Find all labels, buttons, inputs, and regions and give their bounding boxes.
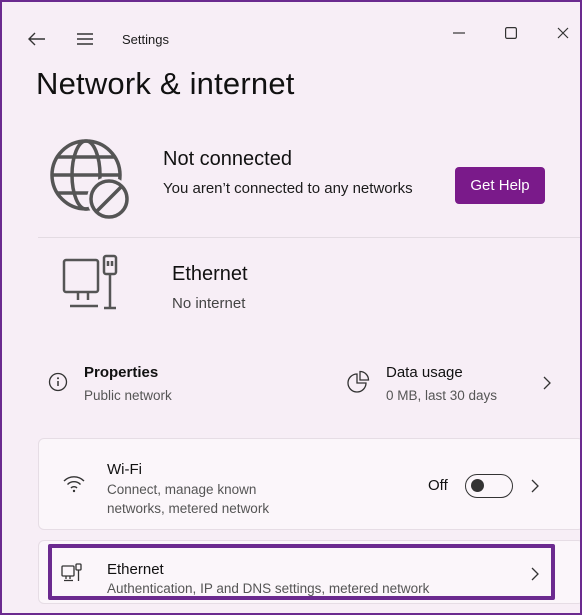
ethernet-icon [61,563,83,583]
wifi-toggle[interactable] [465,474,513,498]
wifi-toggle-label: Off [428,477,448,494]
close-icon[interactable] [550,20,576,46]
minimize-icon[interactable] [446,20,472,46]
ethernet-card-title: Ethernet [107,561,164,578]
chevron-right-icon [540,376,554,390]
wifi-subtitle-line2: networks, metered network [107,501,270,516]
back-arrow-icon[interactable] [26,28,48,50]
data-usage-value: 0 MB, last 30 days [386,388,498,403]
ethernet-computer-icon [60,254,122,312]
ethernet-card-subtitle: Authentication, IP and DNS settings, met… [107,581,430,596]
properties-link[interactable]: Properties Public network [78,354,278,404]
page-title: Network & internet [36,66,295,101]
divider [38,237,580,238]
wifi-subtitle-line1: Connect, manage known [107,482,257,497]
settings-window: Settings Network & internet Not connecte… [0,0,582,615]
data-usage-label: Data usage [386,364,463,381]
status-title: Not connected [163,148,292,170]
properties-label: Properties [84,364,159,381]
ethernet-status: No internet [172,295,246,312]
maximize-icon[interactable] [498,20,524,46]
ethernet-card[interactable]: Ethernet Authentication, IP and DNS sett… [38,540,580,604]
properties-row: Properties Public network Data usage 0 M… [38,352,580,412]
data-usage-link[interactable]: Data usage 0 MB, last 30 days [378,354,578,404]
status-subtitle: You aren’t connected to any networks [163,180,413,197]
hamburger-menu-icon[interactable] [74,28,96,50]
info-icon [48,372,68,392]
ethernet-title: Ethernet [172,263,248,285]
pie-chart-icon [346,370,370,394]
wifi-icon [63,475,85,493]
get-help-button[interactable]: Get Help [455,167,545,204]
title-bar: Settings [2,2,580,68]
wifi-title: Wi-Fi [107,461,142,478]
properties-value: Public network [84,388,172,403]
chevron-right-icon [528,567,542,581]
toggle-knob [471,479,484,492]
chevron-right-icon [528,479,542,493]
wifi-card[interactable]: Wi-Fi Connect, manage known networks, me… [38,438,580,530]
globe-blocked-icon [46,135,136,225]
window-title: Settings [122,32,169,47]
